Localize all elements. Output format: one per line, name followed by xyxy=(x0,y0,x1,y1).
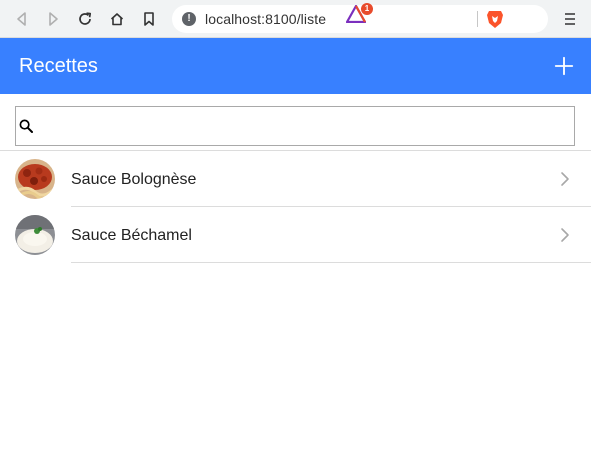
home-button[interactable] xyxy=(105,7,129,31)
search-input[interactable] xyxy=(38,115,568,137)
search-bar xyxy=(0,94,591,151)
add-recipe-button[interactable] xyxy=(550,52,578,80)
recipe-list: Sauce Bolognèse Sauce Béchamel xyxy=(0,151,591,263)
site-info-icon[interactable]: ! xyxy=(182,12,196,26)
bookmark-icon xyxy=(144,12,154,26)
back-button[interactable] xyxy=(10,7,34,31)
back-arrow-icon xyxy=(17,12,26,26)
forward-button[interactable] xyxy=(41,7,65,31)
chevron-right-icon xyxy=(561,172,569,186)
reload-icon xyxy=(79,12,92,25)
list-item[interactable]: Sauce Béchamel xyxy=(0,207,591,263)
browser-menu-button[interactable] xyxy=(558,7,582,31)
page-title: Recettes xyxy=(19,55,98,77)
list-divider xyxy=(71,262,591,263)
home-icon xyxy=(110,13,124,26)
app-toolbar: Recettes xyxy=(0,38,591,94)
brave-shields-icon[interactable] xyxy=(486,9,504,29)
plus-icon xyxy=(554,56,574,76)
avatar xyxy=(15,159,55,199)
bechamel-thumbnail xyxy=(15,215,55,255)
search-icon xyxy=(19,119,33,133)
list-item[interactable]: Sauce Bolognèse xyxy=(0,151,591,207)
hamburger-menu-icon xyxy=(565,13,575,25)
reload-button[interactable] xyxy=(73,7,97,31)
forward-arrow-icon xyxy=(49,12,58,26)
chevron-right-icon xyxy=(561,228,569,242)
address-bar-divider xyxy=(477,11,478,27)
url-text[interactable]: localhost:8100/liste xyxy=(205,11,326,27)
recipe-label: Sauce Béchamel xyxy=(71,227,192,244)
bookmark-button[interactable] xyxy=(137,7,161,31)
browser-toolbar: ! localhost:8100/liste 1 xyxy=(0,0,591,38)
recipe-label: Sauce Bolognèse xyxy=(71,171,197,188)
rewards-badge: 1 xyxy=(361,3,373,15)
bolognese-thumbnail xyxy=(15,159,55,199)
avatar xyxy=(15,215,55,255)
search-field[interactable] xyxy=(15,106,575,146)
